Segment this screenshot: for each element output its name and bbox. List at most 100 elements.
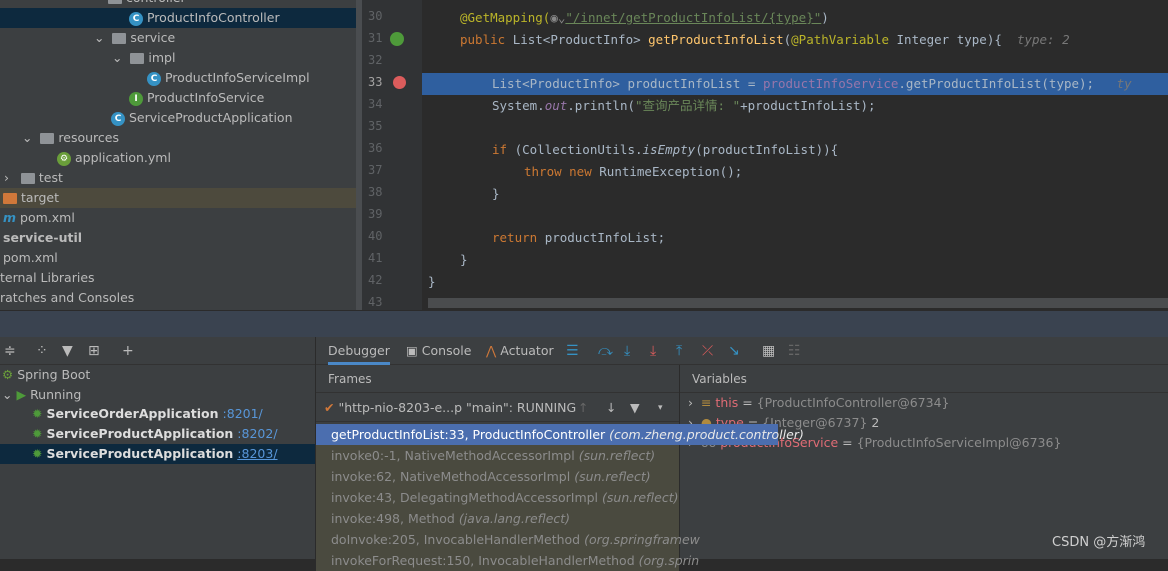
service-app-8201[interactable]: ✹ ServiceOrderApplication :8201/ xyxy=(0,404,315,424)
tree-item-scratches[interactable]: ratches and Consoles xyxy=(0,288,356,308)
stack-frame[interactable]: doInvoke:205, InvocableHandlerMethod (or… xyxy=(316,529,700,550)
stack-frame[interactable]: invoke:62, NativeMethodAccessorImpl (sun… xyxy=(316,466,679,487)
tree-item-target[interactable]: target xyxy=(0,188,356,208)
tree-item-productinfocontroller[interactable]: C ProductInfoController xyxy=(0,8,356,28)
threads-icon[interactable]: ☰ xyxy=(566,342,579,360)
debug-bug-icon: ✹ xyxy=(32,406,43,421)
tab-label: Actuator xyxy=(500,343,554,358)
code-token: public xyxy=(460,32,513,47)
filter-icon[interactable]: ▼ xyxy=(62,342,73,360)
code-token: productInfoList; xyxy=(544,230,666,245)
step-into-icon[interactable]: ⤓ xyxy=(624,342,630,360)
force-step-into-icon[interactable]: ⤓ xyxy=(650,342,656,360)
frame-method: doInvoke:205, InvocableHandlerMethod xyxy=(331,532,581,547)
endpoint-icon[interactable] xyxy=(390,32,404,46)
code-token: ) xyxy=(821,10,829,25)
tree-item-serviceproductapplication[interactable]: C ServiceProductApplication xyxy=(0,108,356,128)
frame-method: invoke:43, DelegatingMethodAccessorImpl xyxy=(331,490,599,505)
run-to-cursor-icon[interactable]: ↘ xyxy=(728,342,740,360)
arrow-down-icon[interactable]: ↓ xyxy=(606,394,616,422)
tree-item-service-util[interactable]: service-util xyxy=(0,228,356,248)
frames-header: Frames xyxy=(316,365,679,393)
run-icon: ▶ xyxy=(16,387,27,402)
add-icon[interactable]: + xyxy=(122,342,134,360)
step-out-icon[interactable]: ⤒ xyxy=(676,342,682,360)
tree-item-productinfoservice[interactable]: I ProductInfoService xyxy=(0,88,356,108)
code-editor[interactable]: @GetMapping(◉⌄"/innet/getProductInfoList… xyxy=(422,0,1168,310)
execution-line: List<ProductInfo> productInfoList = prod… xyxy=(422,73,1168,95)
dropdown-icon[interactable]: ▾ xyxy=(658,394,663,422)
editor-horizontal-scrollbar[interactable] xyxy=(428,298,1168,308)
expand-icon[interactable]: › xyxy=(680,395,693,410)
stack-frame[interactable]: invoke:498, Method (java.lang.reflect) xyxy=(316,508,679,529)
tree-item-impl[interactable]: ⌄ impl xyxy=(0,48,356,68)
service-name: ServiceProductApplication xyxy=(46,446,234,461)
services-toolbar: ≑ ⁘ ▼ ⊞ + xyxy=(0,337,315,365)
line-number: 39 xyxy=(368,207,383,221)
stack-frame[interactable]: invokeForRequest:150, InvocableHandlerMe… xyxy=(316,550,699,571)
tree-label: ProductInfoController xyxy=(146,10,280,25)
tree-item-application-yml[interactable]: ⚙ application.yml xyxy=(0,148,356,168)
port-link[interactable]: :8201/ xyxy=(223,406,263,421)
new-service-icon[interactable]: ⊞ xyxy=(88,342,100,360)
code-token: throw new xyxy=(524,164,600,179)
watermark: CSDN @方渐鸿 xyxy=(1052,535,1146,550)
arrow-up-icon[interactable]: ↑ xyxy=(578,394,588,422)
tree-item-pom-xml[interactable]: m pom.xml xyxy=(0,208,356,228)
stack-frame[interactable]: getProductInfoList:33, ProductInfoContro… xyxy=(316,424,804,445)
panel-divider[interactable] xyxy=(0,310,1168,337)
line-number: 40 xyxy=(368,229,383,243)
maven-icon: m xyxy=(3,210,17,225)
code-token: List<ProductInfo> productInfoList = xyxy=(492,76,763,91)
package-icon xyxy=(130,53,145,64)
service-label: Spring Boot xyxy=(17,367,91,382)
tree-item-service[interactable]: ⌄ service xyxy=(0,28,356,48)
service-app-8202[interactable]: ✹ ServiceProductApplication :8202/ xyxy=(0,424,315,444)
service-spring-boot[interactable]: ⚙ Spring Boot xyxy=(0,365,315,385)
frame-package: (java.lang.reflect) xyxy=(458,511,571,526)
tree-item-external-libraries[interactable]: ternal Libraries xyxy=(0,268,356,288)
code-token: System. xyxy=(492,98,545,113)
tree-item-pom-xml-2[interactable]: pom.xml xyxy=(0,248,356,268)
group-by-icon[interactable]: ⁘ xyxy=(36,342,48,360)
breakpoint-icon[interactable] xyxy=(393,76,406,89)
tree-item-controller[interactable]: controller xyxy=(0,0,356,8)
tab-console[interactable]: ▣ Console xyxy=(406,343,471,358)
tree-item-resources[interactable]: ⌄ resources xyxy=(0,128,356,148)
inline-value-hint: type: 2 xyxy=(1016,32,1070,47)
var-value: {ProductInfoController@6734} xyxy=(756,395,950,410)
trace-icon[interactable]: ☷ xyxy=(788,342,801,360)
frame-package: (sun.reflect) xyxy=(602,490,679,505)
evaluate-expression-icon[interactable]: ▦ xyxy=(762,342,775,360)
drop-frame-icon[interactable]: ⤫ xyxy=(702,342,713,360)
tree-label: resources xyxy=(58,130,119,145)
thread-selector[interactable]: ✔ "http-nio-8203-e...p "main": RUNNING ↑ ↓… xyxy=(316,394,679,422)
code-token: List<ProductInfo> xyxy=(512,32,649,47)
tab-actuator[interactable]: ⋀ Actuator xyxy=(486,343,554,358)
line-number: 31 xyxy=(368,31,383,45)
port-link[interactable]: :8202/ xyxy=(237,426,277,441)
tree-item-productinfoserviceimpl[interactable]: C ProductInfoServiceImpl xyxy=(0,68,356,88)
code-token: (CollectionUtils. xyxy=(514,142,643,157)
tree-label: ServiceProductApplication xyxy=(128,110,293,125)
excluded-folder-icon xyxy=(3,193,17,204)
stack-frame[interactable]: invoke:43, DelegatingMethodAccessorImpl … xyxy=(316,487,679,508)
service-group-running[interactable]: ⌄ ▶ Running xyxy=(0,385,315,405)
tree-label: service xyxy=(130,30,176,45)
stack-frame[interactable]: invoke0:-1, NativeMethodAccessorImpl (su… xyxy=(316,445,679,466)
code-token: if xyxy=(492,142,515,157)
spring-boot-icon: ⚙ xyxy=(2,367,14,382)
frame-method: getProductInfoList:33, ProductInfoContro… xyxy=(331,427,606,442)
port-link[interactable]: :8203/ xyxy=(237,446,277,461)
tree-label: controller xyxy=(126,0,186,5)
step-over-icon[interactable]: ⤼ xyxy=(598,342,613,360)
collapse-all-icon[interactable]: ≑ xyxy=(4,342,16,360)
tree-label: pom.xml xyxy=(20,210,75,225)
line-number: 43 xyxy=(368,295,383,309)
tab-debugger[interactable]: Debugger xyxy=(328,343,390,365)
tree-item-test[interactable]: › test xyxy=(0,168,356,188)
filter-icon[interactable]: ▼ xyxy=(630,394,640,422)
frame-method: invoke0:-1, NativeMethodAccessorImpl xyxy=(331,448,575,463)
service-app-8203[interactable]: ✹ ServiceProductApplication :8203/ xyxy=(0,444,315,464)
variable-row[interactable]: › ≡ this = {ProductInfoController@6734} xyxy=(680,393,949,413)
